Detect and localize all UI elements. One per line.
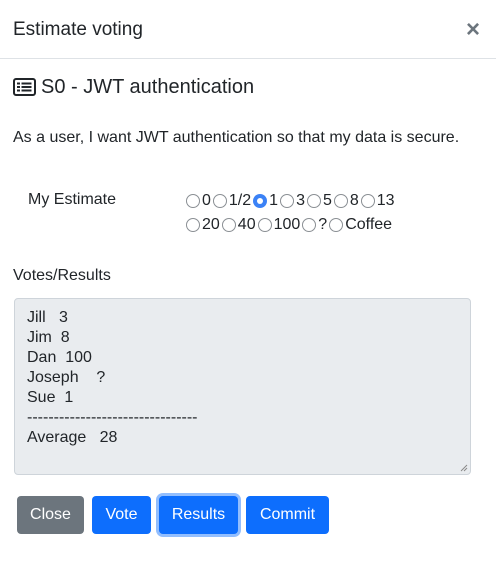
votes-results-textarea[interactable]: Jill 3 Jim 8 Dan 100 Joseph ? Sue 1 ----… <box>14 298 471 475</box>
results-line: Sue 1 <box>27 389 74 406</box>
radio-coffee[interactable] <box>329 218 344 232</box>
radio-3[interactable] <box>280 194 295 208</box>
radio-8[interactable] <box>333 194 348 208</box>
estimate-option-coffee[interactable]: Coffee <box>329 213 392 237</box>
votes-results-label: Votes/Results <box>13 267 111 284</box>
commit-button[interactable]: Commit <box>246 496 329 534</box>
estimate-option-40[interactable]: 40 <box>221 213 256 237</box>
results-line: Jim 8 <box>27 329 70 346</box>
radio-40[interactable] <box>221 218 236 232</box>
radio-unknown[interactable] <box>302 218 317 232</box>
vote-button[interactable]: Vote <box>92 496 151 534</box>
radio-100[interactable] <box>257 218 272 232</box>
estimate-option-5[interactable]: 5 <box>306 189 332 213</box>
close-button[interactable]: Close <box>17 496 84 534</box>
estimate-option-8[interactable]: 8 <box>333 189 359 213</box>
estimate-option-20[interactable]: 20 <box>186 213 220 237</box>
results-average: Average 28 <box>27 429 118 446</box>
estimate-option-half[interactable]: 1/2 <box>212 189 251 213</box>
estimate-option-0[interactable]: 0 <box>186 189 211 213</box>
close-icon[interactable]: × <box>466 18 480 42</box>
estimate-option-13[interactable]: 13 <box>360 189 395 213</box>
radio-5[interactable] <box>306 194 321 208</box>
modal-title: Estimate voting <box>13 19 143 40</box>
radio-0[interactable] <box>186 194 200 208</box>
estimate-option-100[interactable]: 100 <box>257 213 300 237</box>
radio-13[interactable] <box>360 194 375 208</box>
list-card-icon <box>13 78 36 96</box>
radio-half[interactable] <box>212 194 227 208</box>
estimate-options: 0 1/2 1 3 5 8 13 20 40 100 ? Coffee <box>186 189 466 237</box>
story-description: As a user, I want JWT authentication so … <box>13 129 460 146</box>
story-title-text: S0 - JWT authentication <box>41 76 255 98</box>
estimate-option-3[interactable]: 3 <box>280 189 305 213</box>
results-line: Dan 100 <box>27 349 92 366</box>
results-line: Jill 3 <box>27 309 68 326</box>
estimate-option-unknown[interactable]: ? <box>302 213 327 237</box>
my-estimate-label: My Estimate <box>28 191 117 208</box>
radio-20[interactable] <box>186 218 200 232</box>
results-separator: -------------------------------- <box>27 409 198 426</box>
radio-1[interactable] <box>253 194 268 208</box>
results-button[interactable]: Results <box>159 496 238 534</box>
estimate-voting-modal: Estimate voting × S0 - JWT authenticatio… <box>0 0 496 567</box>
results-line: Joseph ? <box>27 369 106 386</box>
estimate-options-row-2: 20 40 100 ? Coffee <box>186 213 466 237</box>
story-title: S0 - JWT authentication <box>13 74 254 100</box>
estimate-options-row-1: 0 1/2 1 3 5 8 13 <box>186 189 466 213</box>
resize-grip-icon[interactable] <box>460 464 468 472</box>
modal-header: Estimate voting × <box>0 0 496 59</box>
estimate-option-1[interactable]: 1 <box>253 189 278 213</box>
